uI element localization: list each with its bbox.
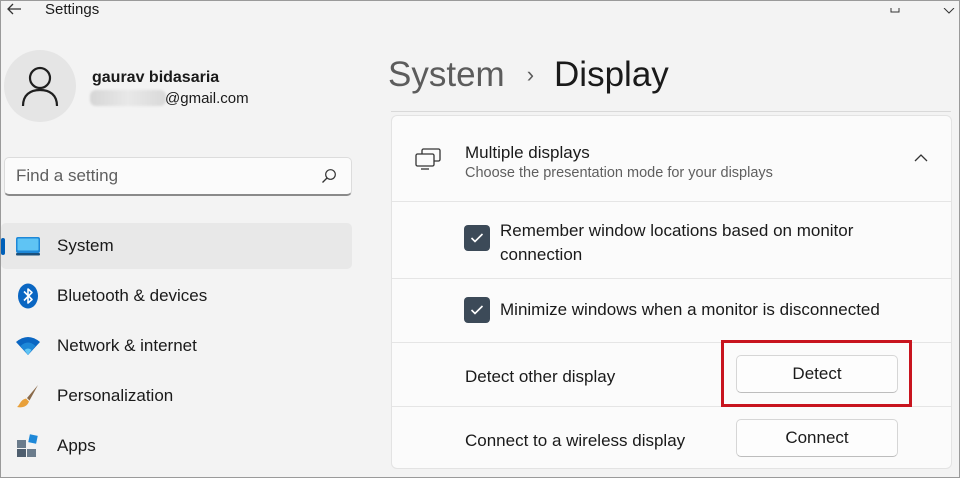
remember-window-locations-row: Remember window locations based on monit…	[392, 201, 951, 278]
sidebar-item-apps[interactable]: Apps	[1, 423, 353, 469]
multiple-displays-card: Multiple displays Choose the presentatio…	[391, 115, 952, 469]
breadcrumb: System › Display	[388, 53, 669, 97]
card-title: Multiple displays	[465, 143, 590, 162]
avatar[interactable]	[4, 50, 76, 122]
breadcrumb-separator: ›	[526, 62, 535, 87]
detect-display-label: Detect other display	[465, 367, 616, 386]
active-indicator	[1, 238, 5, 255]
app-title: Settings	[45, 1, 100, 18]
sidebar-item-label: Bluetooth & devices	[57, 286, 208, 305]
wireless-display-label: Connect to a wireless display	[465, 431, 686, 450]
user-email: @gmail.com	[165, 90, 249, 107]
restore-button[interactable]	[889, 1, 901, 13]
multiple-monitors-icon	[415, 148, 441, 170]
multiple-displays-header[interactable]: Multiple displays Choose the presentatio…	[392, 116, 951, 202]
back-arrow-icon	[7, 3, 21, 15]
checkmark-icon	[470, 305, 484, 315]
wifi-icon	[15, 333, 41, 359]
card-subtitle: Choose the presentation mode for your di…	[465, 165, 773, 181]
person-icon	[21, 66, 59, 107]
sidebar-item-label: System	[57, 236, 114, 255]
system-display-icon	[15, 233, 41, 259]
remember-window-locations-label: Remember window locations based on monit…	[500, 219, 853, 267]
minimize-windows-row: Minimize windows when a monitor is disco…	[392, 278, 951, 342]
bluetooth-icon	[15, 283, 41, 309]
sidebar-nav: System Bluetooth & devices Network & int…	[1, 223, 353, 473]
title-bar: Settings	[1, 1, 959, 21]
settings-window: Settings gaurav bidasaria @gmail.com Fin…	[0, 0, 960, 478]
page-title: Display	[554, 55, 669, 94]
brush-icon	[15, 383, 41, 409]
remember-label-line2: connection	[500, 245, 583, 264]
apps-icon	[15, 433, 41, 459]
sidebar-item-label: Network & internet	[57, 336, 197, 355]
remember-label-line1: Remember window locations based on monit…	[500, 221, 854, 240]
wireless-display-row: Connect to a wireless display Connect	[392, 406, 951, 468]
search-box	[4, 157, 352, 196]
search-icon[interactable]	[321, 168, 337, 184]
minimize-windows-checkbox[interactable]	[464, 297, 490, 323]
chevron-up-icon[interactable]	[913, 152, 929, 164]
email-redaction	[90, 90, 166, 106]
restore-icon	[890, 8, 900, 13]
close-button[interactable]	[943, 1, 955, 14]
breadcrumb-parent[interactable]: System	[388, 55, 505, 95]
close-icon	[943, 7, 955, 14]
minimize-windows-label: Minimize windows when a monitor is disco…	[500, 300, 880, 319]
sidebar-item-bluetooth[interactable]: Bluetooth & devices	[1, 273, 353, 319]
header-divider	[391, 111, 951, 112]
search-input[interactable]	[5, 158, 305, 194]
checkmark-icon	[470, 233, 484, 243]
connect-button[interactable]: Connect	[736, 419, 898, 457]
detect-highlight-annotation	[721, 340, 912, 407]
sidebar-item-personalization[interactable]: Personalization	[1, 373, 353, 419]
back-button[interactable]	[5, 1, 25, 19]
sidebar-item-label: Apps	[57, 436, 96, 455]
sidebar-item-network[interactable]: Network & internet	[1, 323, 353, 369]
user-name: gaurav bidasaria	[92, 69, 220, 86]
remember-window-locations-checkbox[interactable]	[464, 225, 490, 251]
sidebar-item-system[interactable]: System	[1, 223, 352, 269]
sidebar-item-label: Personalization	[57, 386, 174, 405]
